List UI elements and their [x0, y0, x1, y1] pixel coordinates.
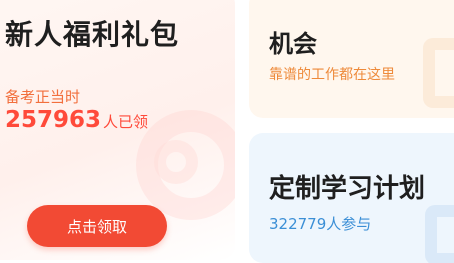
welfare-card-title: 新人福利礼包 — [5, 18, 180, 51]
decorative-shape — [425, 205, 454, 263]
decorative-ring-small — [154, 140, 198, 184]
study-plan-card[interactable]: 定制学习计划 322779人参与 — [249, 133, 454, 263]
claimed-count: 257963 — [5, 107, 102, 133]
welfare-card-subtitle: 备考正当时 — [5, 88, 81, 106]
opportunity-card-subtitle: 靠谱的工作都在这里 — [269, 67, 395, 83]
decorative-shape — [423, 38, 454, 108]
opportunity-card-title: 机会 — [269, 30, 317, 58]
claimed-count-row: 257963 人已领 — [5, 107, 148, 133]
claim-button[interactable]: 点击领取 — [27, 205, 167, 247]
study-plan-card-subtitle: 322779人参与 — [269, 215, 372, 233]
study-plan-card-title: 定制学习计划 — [269, 174, 426, 204]
claimed-count-suffix: 人已领 — [103, 113, 149, 131]
opportunity-card[interactable]: 机会 靠谱的工作都在这里 — [249, 0, 454, 118]
